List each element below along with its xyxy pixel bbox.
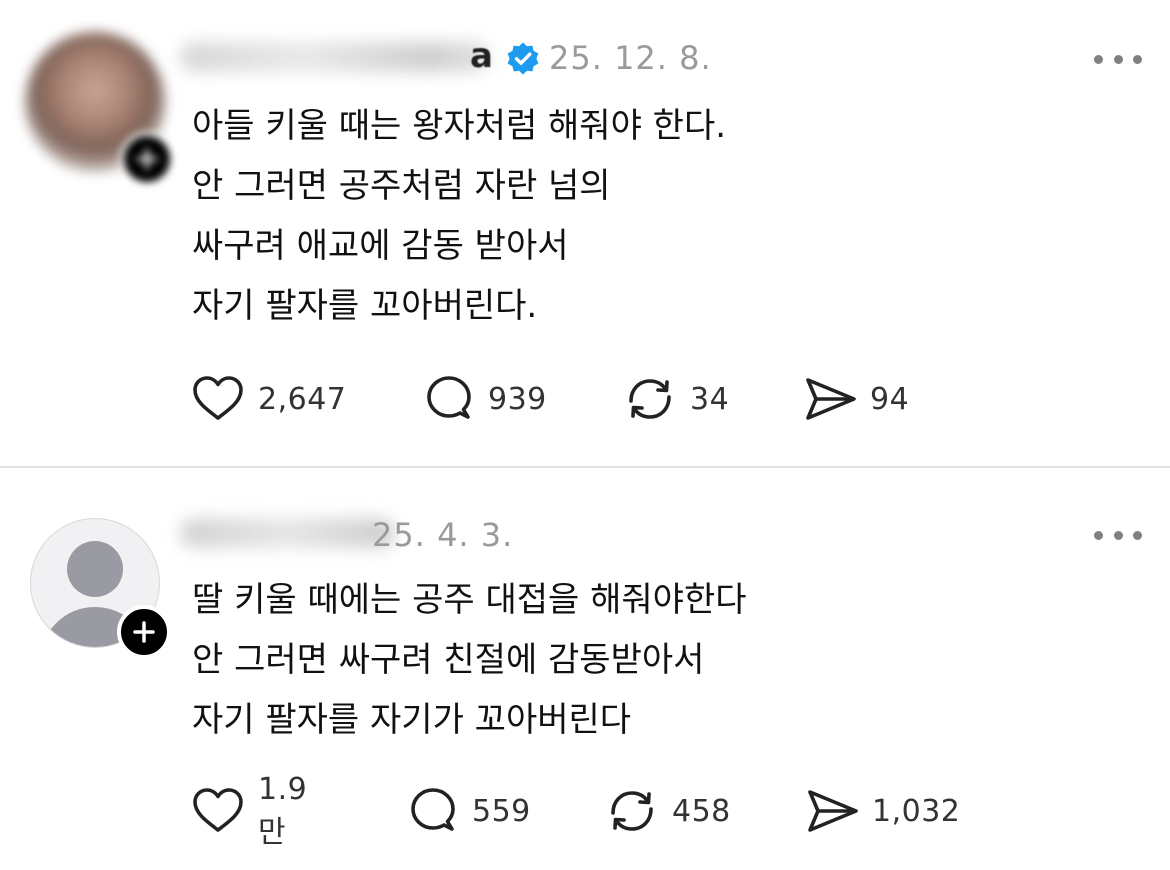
more-dot [1113, 530, 1123, 540]
thread-post: 25. 4. 3. 딸 키울 때에는 공주 대접을 해줘야한다 안 그러면 싸구… [0, 0, 1170, 870]
send-paper-plane-icon [808, 790, 858, 832]
reply-button[interactable]: 559 [406, 786, 531, 836]
comment-bubble-icon [411, 788, 455, 831]
more-options-button[interactable] [1094, 528, 1142, 542]
post-date[interactable]: 25. 4. 3. [372, 516, 513, 554]
more-dot [1133, 530, 1142, 540]
repost-button[interactable]: 458 [604, 786, 731, 836]
reply-count: 559 [472, 793, 531, 829]
username-blurred[interactable] [180, 518, 395, 548]
repost-arrows-icon [611, 791, 653, 831]
post-text: 딸 키울 때에는 공주 대접을 해줘야한다 안 그러면 싸구려 친절에 감동받아… [192, 570, 747, 750]
share-button[interactable]: 1,032 [804, 786, 960, 836]
more-dots-icon [1094, 530, 1103, 540]
like-button[interactable]: 1.9만 [190, 772, 307, 850]
default-avatar-icon [67, 541, 123, 597]
follow-button[interactable] [117, 605, 171, 659]
post-line: 자기 팔자를 자기가 꼬아버린다 [192, 700, 632, 740]
post-line: 딸 키울 때에는 공주 대접을 해줘야한다 [192, 580, 747, 620]
repost-count: 458 [672, 793, 731, 829]
post-line: 안 그러면 싸구려 친절에 감동받아서 [192, 640, 705, 680]
share-count: 1,032 [872, 793, 961, 829]
like-count: 1.9만 [258, 771, 308, 850]
heart-icon [193, 788, 243, 832]
plus-icon [133, 621, 155, 643]
